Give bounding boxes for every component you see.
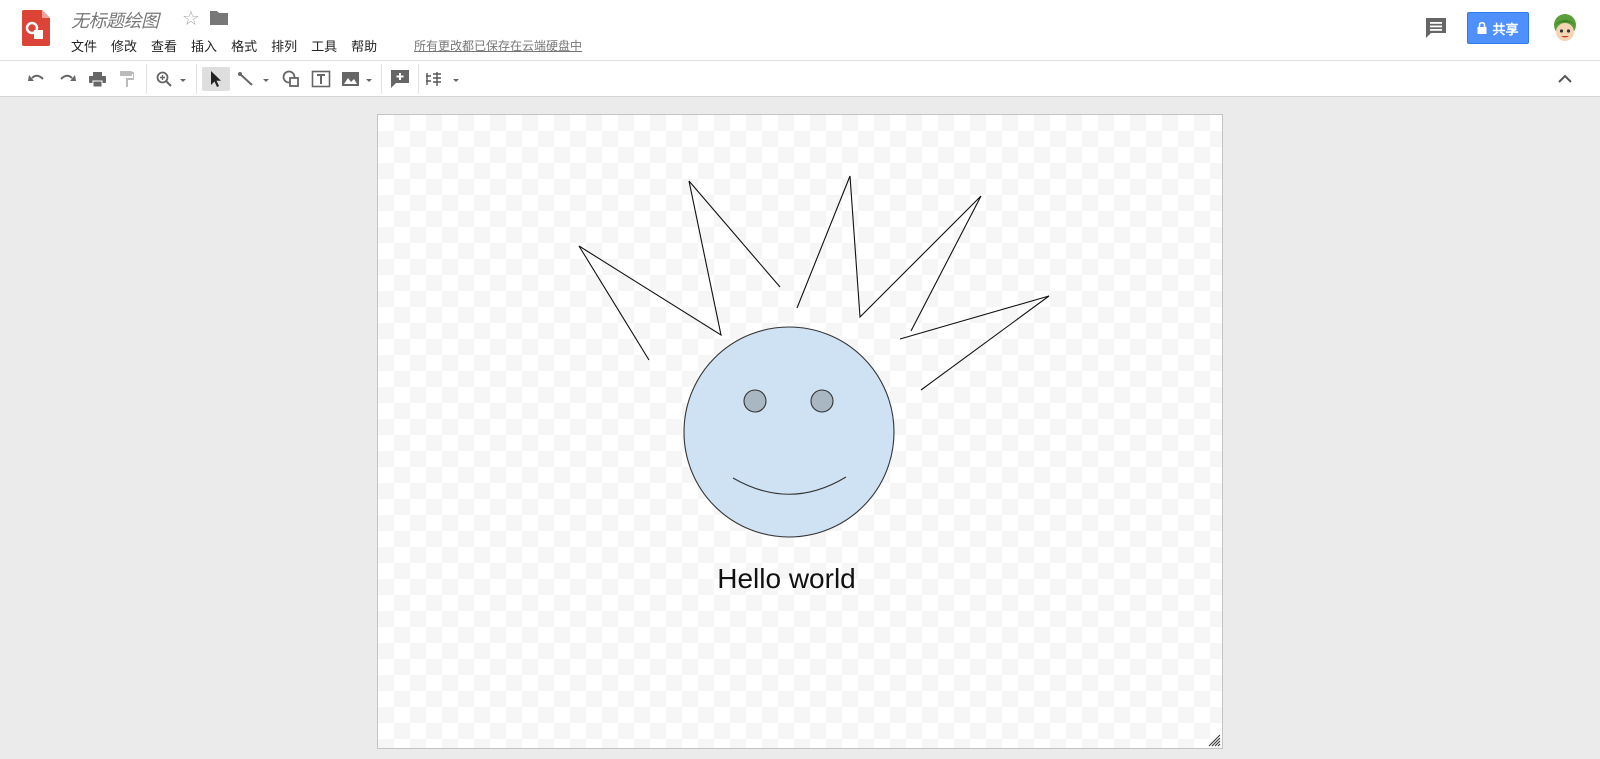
print-button[interactable] (86, 67, 108, 91)
image-button[interactable] (340, 67, 376, 91)
arrange-button[interactable] (424, 67, 466, 91)
menu-insert[interactable]: 插入 (184, 35, 224, 55)
save-status[interactable]: 所有更改都已保存在云端硬盘中 (414, 37, 582, 54)
folder-icon[interactable] (210, 10, 228, 25)
menu-tools[interactable]: 工具 (304, 35, 344, 55)
add-comment-button[interactable] (388, 67, 412, 91)
shape-button[interactable] (280, 67, 302, 91)
app-header: 无标题绘图 ☆ 文件 修改 查看 插入 格式 排列 工具 帮助 所有更改都已保存… (0, 0, 1600, 60)
menu-edit[interactable]: 修改 (104, 35, 144, 55)
textbox-icon (311, 70, 331, 88)
menu-file[interactable]: 文件 (64, 35, 104, 55)
arrange-icon (426, 72, 459, 86)
redo-icon (60, 74, 76, 81)
undo-icon (28, 74, 44, 81)
add-comment-icon (391, 70, 409, 88)
zoom-icon (156, 71, 186, 87)
paint-format-button[interactable] (116, 67, 138, 91)
collapse-icon (1558, 74, 1572, 83)
comments-icon[interactable] (1425, 17, 1447, 39)
textbox-button[interactable] (310, 67, 332, 91)
collapse-toolbar-button[interactable] (1553, 67, 1577, 91)
drawing-canvas[interactable]: Hello world (377, 114, 1223, 749)
resize-handle-icon[interactable] (1207, 733, 1221, 747)
drawings-logo[interactable] (22, 10, 50, 46)
redo-button[interactable] (56, 67, 78, 91)
right-eye[interactable] (810, 389, 834, 413)
shape-icon (282, 70, 299, 87)
scribble-line[interactable] (796, 175, 982, 332)
lock-icon (1477, 22, 1487, 34)
select-button[interactable] (202, 67, 230, 91)
image-icon (342, 72, 372, 86)
toolbar (0, 60, 1600, 97)
menu-view[interactable]: 查看 (144, 35, 184, 55)
menu-arrange[interactable]: 排列 (264, 35, 304, 55)
select-icon (211, 71, 221, 87)
smiley-face[interactable] (683, 326, 895, 538)
paint-format-icon (120, 71, 134, 87)
menu-bar: 文件 修改 查看 插入 格式 排列 工具 帮助 (64, 35, 384, 55)
menu-format[interactable]: 格式 (224, 35, 264, 55)
zoom-button[interactable] (154, 67, 190, 91)
scribble-line[interactable] (578, 180, 781, 361)
avatar[interactable] (1548, 12, 1582, 46)
hello-world-text[interactable]: Hello world (378, 563, 1195, 595)
drawing-shapes (578, 175, 1050, 538)
menu-help[interactable]: 帮助 (344, 35, 384, 55)
share-label: 共享 (1492, 22, 1519, 38)
share-button[interactable]: 共享 (1467, 12, 1529, 44)
undo-button[interactable] (26, 67, 48, 91)
star-icon[interactable]: ☆ (182, 6, 200, 30)
left-eye[interactable] (743, 389, 767, 413)
line-button[interactable] (236, 67, 272, 91)
print-icon (88, 71, 106, 87)
line-icon (238, 72, 269, 86)
document-title[interactable]: 无标题绘图 (71, 7, 159, 33)
